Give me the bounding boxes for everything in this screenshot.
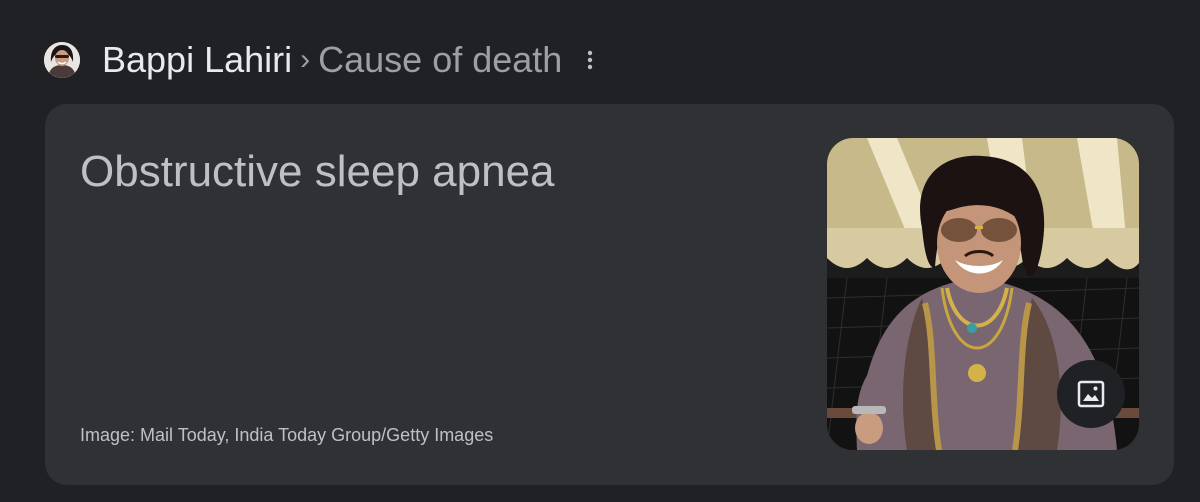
avatar[interactable]	[44, 42, 80, 78]
breadcrumb: Bappi Lahiri › Cause of death	[44, 40, 600, 80]
more-options-button[interactable]	[580, 42, 600, 78]
person-photo[interactable]	[827, 138, 1139, 450]
more-vert-icon	[588, 50, 593, 70]
answer-card: Obstructive sleep apnea Image: Mail Toda…	[45, 104, 1174, 485]
view-image-button[interactable]	[1057, 360, 1125, 428]
image-icon	[1077, 380, 1105, 408]
attribute-label: Cause of death	[318, 39, 563, 80]
entity-link[interactable]: Bappi Lahiri	[102, 40, 292, 80]
avatar-image	[44, 42, 80, 78]
answer-text: Obstructive sleep apnea	[80, 147, 555, 196]
image-credit: Image: Mail Today, India Today Group/Get…	[80, 425, 494, 445]
breadcrumb-separator: ›	[300, 43, 311, 76]
